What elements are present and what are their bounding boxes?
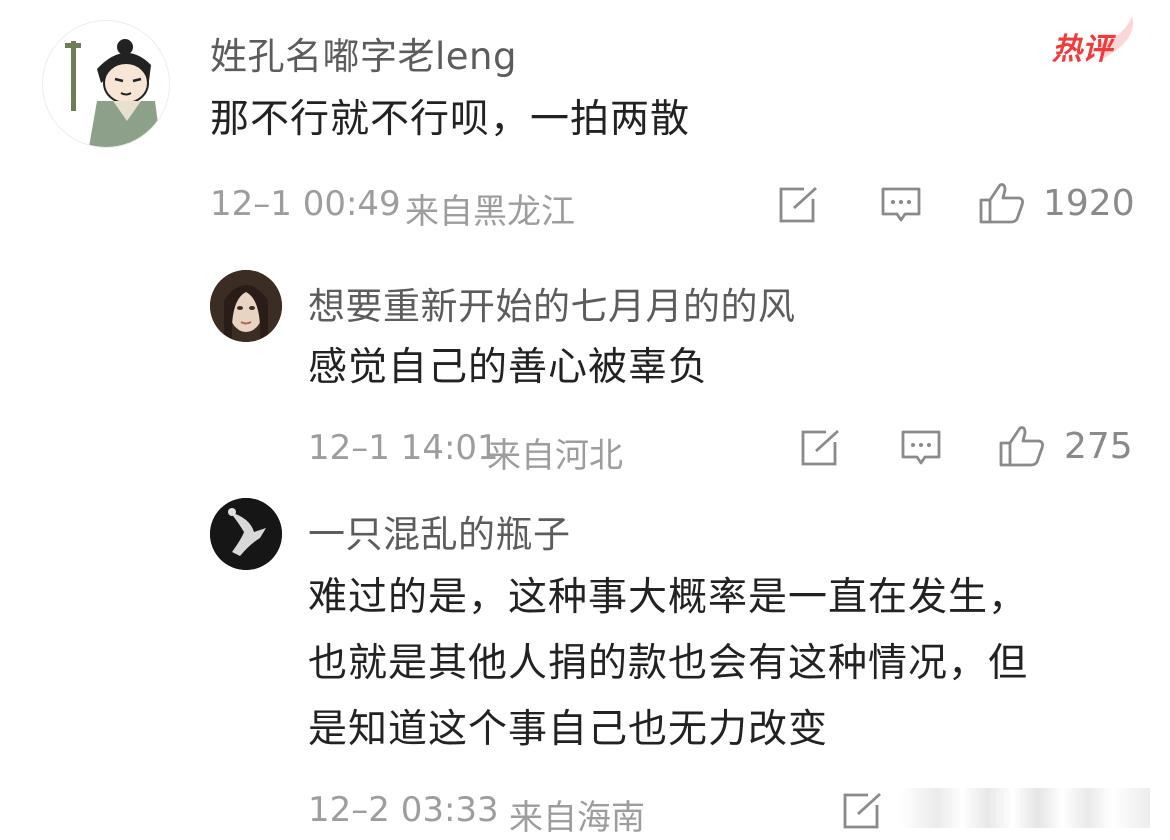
comment-location: 来自黑龙江 [405,192,575,232]
like-icon[interactable] [978,181,1026,225]
username[interactable]: 一只混乱的瓶子 [308,504,571,558]
comment-text-line: 难过的是，这种事大概率是一直在发生， [308,575,1029,620]
like-count: 1920 [1043,183,1135,224]
like-count: 275 [1064,426,1133,467]
hot-comment-badge: 热评 [1052,16,1136,72]
comment-text-line: 是知道这个事自己也无力改变 [308,707,829,752]
hot-badge-label: 热评 [1052,32,1112,67]
comment-icon[interactable] [880,186,922,224]
blurred-action-bar [900,788,1150,828]
comment-text: 感觉自己的善心被辜负 [308,345,709,390]
username[interactable]: 想要重新开始的七月月的的风 [308,276,796,330]
comment-time: 12–1 14:01 [308,428,499,468]
avatar[interactable] [42,20,170,148]
repost-icon[interactable] [800,429,842,467]
avatar[interactable] [210,498,282,570]
comment-icon[interactable] [900,429,942,467]
repost-icon[interactable] [842,792,884,830]
comment-text-line: 也就是其他人捐的款也会有这种情况，但 [308,641,1029,686]
like-icon[interactable] [998,424,1046,468]
username[interactable]: 姓孔名嘟字老leng [210,26,517,80]
avatar-cartoon-icon [65,39,161,147]
comment-location: 来自河北 [487,436,623,476]
comment-time: 12–1 00:49 [210,184,401,224]
comment-location: 来自海南 [509,798,645,838]
avatar-photo-icon [210,270,282,342]
comment-text: 那不行就不行呗，一拍两散 [210,97,691,142]
avatar[interactable] [210,270,282,342]
avatar-photo-icon [210,498,282,570]
comment-time: 12–2 03:33 [308,790,499,830]
repost-icon[interactable] [778,186,820,224]
